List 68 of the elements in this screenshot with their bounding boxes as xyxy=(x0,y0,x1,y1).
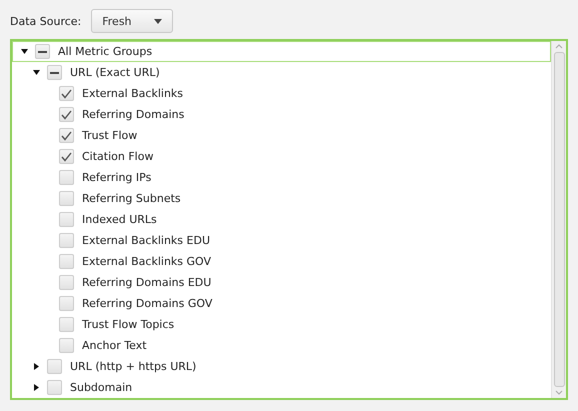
check-mark-icon xyxy=(61,130,72,140)
dash-icon xyxy=(50,72,59,74)
tree-item[interactable]: Citation Flow xyxy=(12,146,551,167)
checkbox[interactable] xyxy=(35,44,50,59)
tree-item-label: Referring Domains EDU xyxy=(82,276,212,289)
tree-item-label: Referring IPs xyxy=(82,171,152,184)
tree-item[interactable]: Referring Domains xyxy=(12,104,551,125)
data-source-dropdown[interactable]: Fresh xyxy=(91,9,173,33)
tree-item[interactable]: All Metric Groups xyxy=(12,41,551,62)
expander-icon[interactable] xyxy=(33,363,40,370)
tree-item[interactable]: External Backlinks EDU xyxy=(12,230,551,251)
scrollbar-thumb[interactable] xyxy=(554,52,564,387)
tree-item[interactable]: External Backlinks GOV xyxy=(12,251,551,272)
tree-item-label: Trust Flow xyxy=(82,129,138,142)
scroll-down-icon[interactable] xyxy=(555,390,563,395)
dash-icon xyxy=(38,50,47,52)
data-source-label: Data Source: xyxy=(10,14,82,28)
check-mark-icon xyxy=(61,110,72,120)
tree-item[interactable]: Indexed URLs xyxy=(12,209,551,230)
tree-item[interactable]: URL (http + https URL) xyxy=(12,356,551,377)
check-mark-icon xyxy=(61,152,72,162)
tree-item[interactable]: URL (Exact URL) xyxy=(12,62,551,83)
checkbox[interactable] xyxy=(59,233,74,248)
expander-icon[interactable] xyxy=(33,69,40,76)
tree-item-label: Anchor Text xyxy=(82,339,147,352)
tree-item-label: Subdomain xyxy=(70,381,132,394)
tree-item-label: External Backlinks GOV xyxy=(82,255,212,268)
checkbox[interactable] xyxy=(59,338,74,353)
tree-item[interactable]: Referring Subnets xyxy=(12,188,551,209)
tree-item-label: External Backlinks xyxy=(82,87,184,100)
tree-item[interactable]: Anchor Text xyxy=(12,335,551,356)
tree-item[interactable]: Trust Flow Topics xyxy=(12,314,551,335)
tree-item-label: Indexed URLs xyxy=(82,213,157,226)
checkbox[interactable] xyxy=(59,128,74,143)
checkbox[interactable] xyxy=(59,170,74,185)
checkbox[interactable] xyxy=(59,212,74,227)
checkbox[interactable] xyxy=(59,86,74,101)
tree-item[interactable]: Subdomain xyxy=(12,377,551,398)
checkbox[interactable] xyxy=(47,359,62,374)
tree-item-label: Referring Domains GOV xyxy=(82,297,212,310)
checkbox[interactable] xyxy=(59,275,74,290)
scroll-up-icon[interactable] xyxy=(555,44,563,49)
checkbox[interactable] xyxy=(59,296,74,311)
checkbox[interactable] xyxy=(59,254,74,269)
tree-item[interactable]: External Backlinks xyxy=(12,83,551,104)
checkbox[interactable] xyxy=(59,191,74,206)
checkbox[interactable] xyxy=(59,149,74,164)
tree-item-label: URL (http + https URL) xyxy=(70,360,196,373)
tree-item[interactable]: Referring IPs xyxy=(12,167,551,188)
caret-icon xyxy=(154,18,162,24)
tree-item-label: All Metric Groups xyxy=(58,45,152,58)
tree-item-label: URL (Exact URL) xyxy=(70,66,160,79)
checkbox[interactable] xyxy=(47,65,62,80)
scrollbar[interactable] xyxy=(551,41,566,398)
tree-item[interactable]: Trust Flow xyxy=(12,125,551,146)
tree-item[interactable]: Referring Domains EDU xyxy=(12,272,551,293)
expander-icon[interactable] xyxy=(33,384,40,391)
check-mark-icon xyxy=(61,88,72,98)
tree-item-label: Trust Flow Topics xyxy=(82,318,174,331)
tree-item-label: Citation Flow xyxy=(82,150,154,163)
tree-item-label: Referring Domains xyxy=(82,108,184,121)
tree-item-label: Referring Subnets xyxy=(82,192,181,205)
checkbox[interactable] xyxy=(47,380,62,395)
expander-icon[interactable] xyxy=(21,48,28,55)
checkbox[interactable] xyxy=(59,317,74,332)
tree-item[interactable]: Referring Domains GOV xyxy=(12,293,551,314)
tree-item-label: External Backlinks EDU xyxy=(82,234,210,247)
checkbox[interactable] xyxy=(59,107,74,122)
